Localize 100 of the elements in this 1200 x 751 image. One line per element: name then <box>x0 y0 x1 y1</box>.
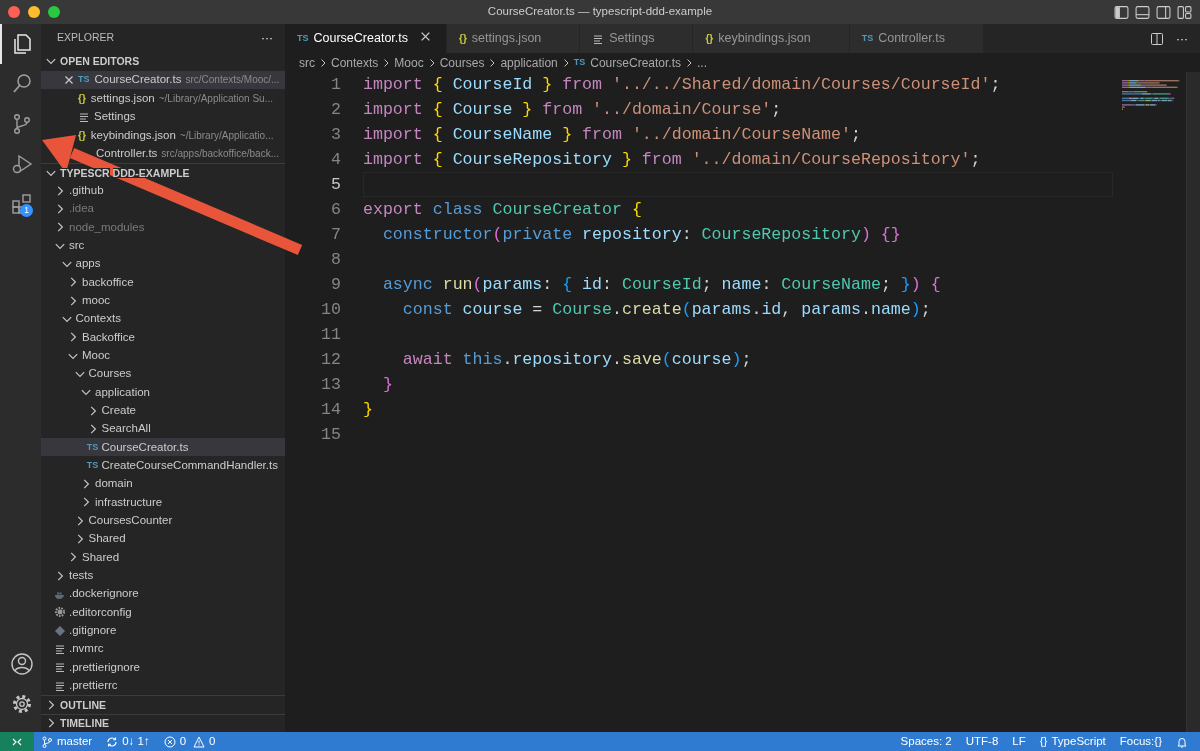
line-number: 1 <box>330 74 341 96</box>
folder-item[interactable]: .github <box>41 181 285 200</box>
more-actions-button[interactable]: ··· <box>1176 29 1188 48</box>
ts-icon: TS <box>86 458 99 473</box>
section-header[interactable]: OPEN EDITORS <box>60 56 140 67</box>
account-icon[interactable] <box>9 652 34 676</box>
folder-item[interactable]: tests <box>41 566 285 585</box>
file-item[interactable]: .gitignore <box>41 621 285 640</box>
file-item[interactable]: .prettierignore <box>41 658 285 677</box>
folder-item[interactable]: src <box>41 236 285 255</box>
status-item[interactable]: UTF-8 <box>958 732 1006 751</box>
sidebar-layout-icon[interactable] <box>1114 4 1129 20</box>
folder-item[interactable]: domain <box>41 474 285 494</box>
status-text: TypeScript <box>1051 733 1106 749</box>
line-number: 6 <box>330 199 341 221</box>
editor-tab[interactable]: {} keybindings.json <box>693 24 850 53</box>
folder-item[interactable]: Mooc <box>41 346 285 365</box>
status-item[interactable]: master <box>34 732 100 751</box>
more-actions-button[interactable]: ··· <box>261 29 273 47</box>
breadcrumb-item[interactable]: Contexts <box>331 53 379 72</box>
right-layout-icon[interactable] <box>1156 4 1171 20</box>
error-icon <box>163 735 176 748</box>
section-header[interactable]: OUTLINE <box>60 699 107 710</box>
line-number: 2 <box>330 99 341 121</box>
open-editor-item[interactable]: TS CourseCreator.ts src/Contexts/Mooc/... <box>41 70 285 89</box>
file-item[interactable]: .dockerignore <box>41 584 285 604</box>
file-item[interactable]: TS CreateCourseCommandHandler.ts <box>41 456 285 475</box>
lines-icon <box>78 110 90 123</box>
file-name: CourseCreator.ts <box>94 72 182 88</box>
file-name: settings.json <box>90 90 155 106</box>
breadcrumb-item[interactable]: src <box>299 53 315 72</box>
window-minimize-button[interactable] <box>28 6 40 18</box>
window-close-button[interactable] <box>8 6 20 18</box>
folder-item[interactable]: node_modules <box>41 218 285 237</box>
status-item[interactable]: {} TypeScript <box>1032 732 1113 751</box>
folder-item[interactable]: Shared <box>41 529 285 549</box>
folder-item[interactable]: mooc <box>41 291 285 310</box>
open-editor-item[interactable]: Settings <box>41 107 285 126</box>
file-name: Controller.ts <box>96 146 158 162</box>
breadcrumb-item[interactable]: application <box>500 53 558 72</box>
status-item[interactable]: 0 <box>156 732 194 751</box>
file-item[interactable]: .nvmrc <box>41 639 285 659</box>
blocks-icon[interactable] <box>9 192 34 216</box>
breadcrumb-item[interactable]: Courses <box>439 53 485 72</box>
folder-item[interactable]: SearchAll <box>41 419 285 439</box>
window-zoom-button[interactable] <box>48 6 60 18</box>
code-line: import { Course } from '../domain/Course'; <box>363 98 782 121</box>
folder-item[interactable]: apps <box>41 254 285 274</box>
panel-layout-icon[interactable] <box>1135 4 1150 20</box>
file-item[interactable]: TS CourseCreator.ts <box>41 438 285 457</box>
split-editor-icon[interactable] <box>1150 31 1164 46</box>
folder-item[interactable]: infrastructure <box>41 493 285 512</box>
code-line: import { CourseId } from '../../Shared/domain/Courses/CourseId'; <box>363 73 1001 96</box>
file-item[interactable]: .editorconfig <box>41 603 285 622</box>
status-item[interactable]: 0 <box>193 732 223 751</box>
line-number: 4 <box>330 149 341 171</box>
folder-item[interactable]: Backoffice <box>41 328 285 347</box>
grid-layout-icon[interactable] <box>1177 4 1192 20</box>
editor-tab[interactable]: {} settings.json <box>447 24 581 53</box>
folder-item[interactable]: .idea <box>41 199 285 219</box>
code-line: } <box>363 398 373 421</box>
file-name: Settings <box>94 109 136 125</box>
folder-item[interactable]: Contexts <box>41 309 285 329</box>
folder-item[interactable]: backoffice <box>41 273 285 292</box>
ts-icon: TS <box>78 73 90 87</box>
ts-icon: TS <box>86 440 99 454</box>
line-number: 15 <box>320 424 341 446</box>
breadcrumb-item[interactable]: Mooc <box>394 53 424 72</box>
code-line: const course = Course.create(params.id, params.name); <box>401 298 931 321</box>
file-item[interactable]: .prettierrc <box>41 676 285 695</box>
editor-tab[interactable]: TS CourseCreator.ts <box>285 24 447 53</box>
section-header[interactable]: TYPESCR <box>60 167 110 178</box>
open-editor-item[interactable]: {} settings.json ~/Library/Application Su... <box>41 89 285 108</box>
open-editor-item[interactable]: Controller.ts src/apps/backoffice/back... <box>41 144 285 163</box>
status-text: master <box>57 733 93 749</box>
folder-item[interactable]: Create <box>41 401 285 420</box>
braces-icon: {} <box>78 127 86 143</box>
chevron-icon <box>684 57 694 68</box>
editor-tab[interactable]: Settings <box>580 24 694 53</box>
section-header[interactable]: TIMELINE <box>60 718 109 729</box>
folder-item[interactable]: application <box>41 383 285 402</box>
code-line: } <box>381 373 393 396</box>
folder-item[interactable]: Shared <box>41 548 285 567</box>
lines-icon <box>592 32 605 45</box>
branch-icon <box>41 735 53 748</box>
bell-icon[interactable] <box>1176 735 1188 748</box>
scrollbar[interactable] <box>1186 72 1200 732</box>
status-item[interactable]: Focus:{} <box>1112 732 1169 751</box>
folder-item[interactable]: Courses <box>41 364 285 384</box>
status-item[interactable]: LF <box>1005 732 1033 751</box>
code-line: import { CourseRepository } from '../domain/CourseRepository'; <box>363 148 981 171</box>
open-editor-item[interactable]: {} keybindings.json ~/Library/Applicatio... <box>41 126 285 145</box>
breadcrumb-item[interactable]: ... <box>697 53 707 72</box>
breadcrumb-item[interactable]: CourseCreator.ts <box>590 53 681 72</box>
section-header[interactable]: DDD-EXAMPLE <box>112 167 190 178</box>
folder-item[interactable]: CoursesCounter <box>41 511 285 530</box>
file-path: src/apps/backoffice/back... <box>161 147 279 162</box>
status-item[interactable]: 0↓ 1↑ <box>99 732 157 751</box>
editor-tab[interactable]: TS Controller.ts <box>849 24 984 53</box>
status-item[interactable]: Spaces: 2 <box>893 732 959 751</box>
